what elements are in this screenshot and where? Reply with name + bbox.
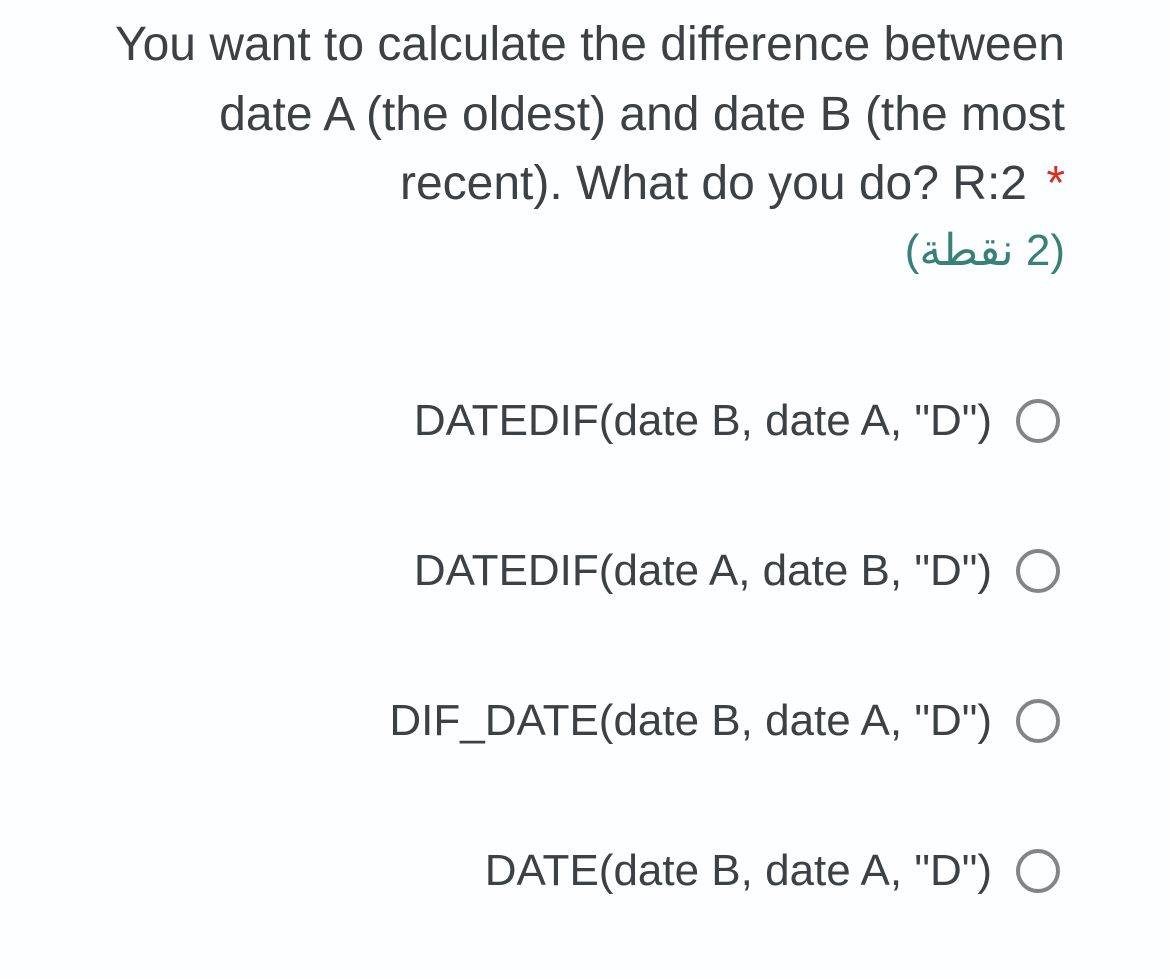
radio-icon[interactable] [1016,849,1060,893]
radio-icon[interactable] [1016,699,1060,743]
options-list: DATEDIF(date B, date A, "D") DATEDIF(dat… [105,396,1065,896]
option-4[interactable]: DATE(date B, date A, "D") [105,846,1060,896]
option-3-label: DIF_DATE(date B, date A, "D") [389,696,992,746]
option-1[interactable]: DATEDIF(date B, date A, "D") [105,396,1060,446]
option-3[interactable]: DIF_DATE(date B, date A, "D") [105,696,1060,746]
question-text-content: You want to calculate the difference bet… [115,18,1065,210]
option-4-label: DATE(date B, date A, "D") [485,846,992,896]
radio-icon[interactable] [1016,399,1060,443]
option-2-label: DATEDIF(date A, date B, "D") [414,546,992,596]
radio-icon[interactable] [1016,549,1060,593]
points-label: (2 نقطة) [105,225,1065,276]
question-text: You want to calculate the difference bet… [105,10,1065,219]
question-block: You want to calculate the difference bet… [0,0,1170,896]
required-star-icon: * [1046,157,1065,210]
option-2[interactable]: DATEDIF(date A, date B, "D") [105,546,1060,596]
option-1-label: DATEDIF(date B, date A, "D") [414,396,992,446]
